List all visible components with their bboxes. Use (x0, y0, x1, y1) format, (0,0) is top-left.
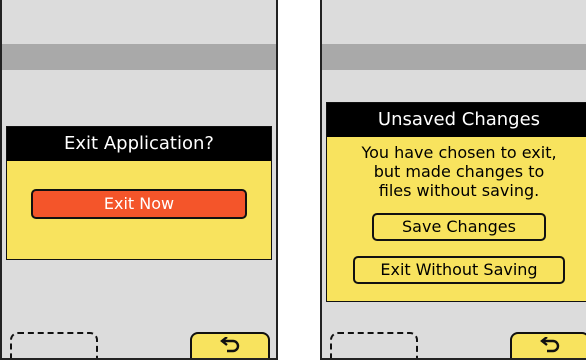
exit-application-dialog: Exit Application? Exit Now (6, 126, 272, 260)
unsaved-changes-dialog: Unsaved Changes You have chosen to exit,… (326, 102, 586, 302)
back-softkey-button[interactable] (510, 332, 586, 358)
exit-now-button[interactable]: Exit Now (31, 189, 247, 219)
back-arrow-icon (540, 337, 560, 353)
title-bar (322, 44, 586, 70)
left-device-screen: Exit Application? Exit Now (0, 0, 278, 360)
left-softkey[interactable] (330, 332, 418, 358)
right-device-screen: Unsaved Changes You have chosen to exit,… (320, 0, 586, 360)
dialog-message: You have chosen to exit, but made change… (327, 137, 586, 200)
back-arrow-icon (220, 337, 240, 353)
title-bar (2, 44, 276, 70)
message-line: You have chosen to exit, (361, 143, 557, 162)
back-softkey-button[interactable] (190, 332, 270, 358)
message-line: but made changes to (373, 162, 545, 181)
dialog-title: Unsaved Changes (327, 103, 586, 137)
exit-without-saving-button[interactable]: Exit Without Saving (353, 256, 565, 284)
message-line: files without saving. (378, 181, 540, 200)
left-softkey[interactable] (10, 332, 98, 358)
save-changes-button[interactable]: Save Changes (372, 213, 546, 241)
dialog-title: Exit Application? (7, 127, 271, 161)
